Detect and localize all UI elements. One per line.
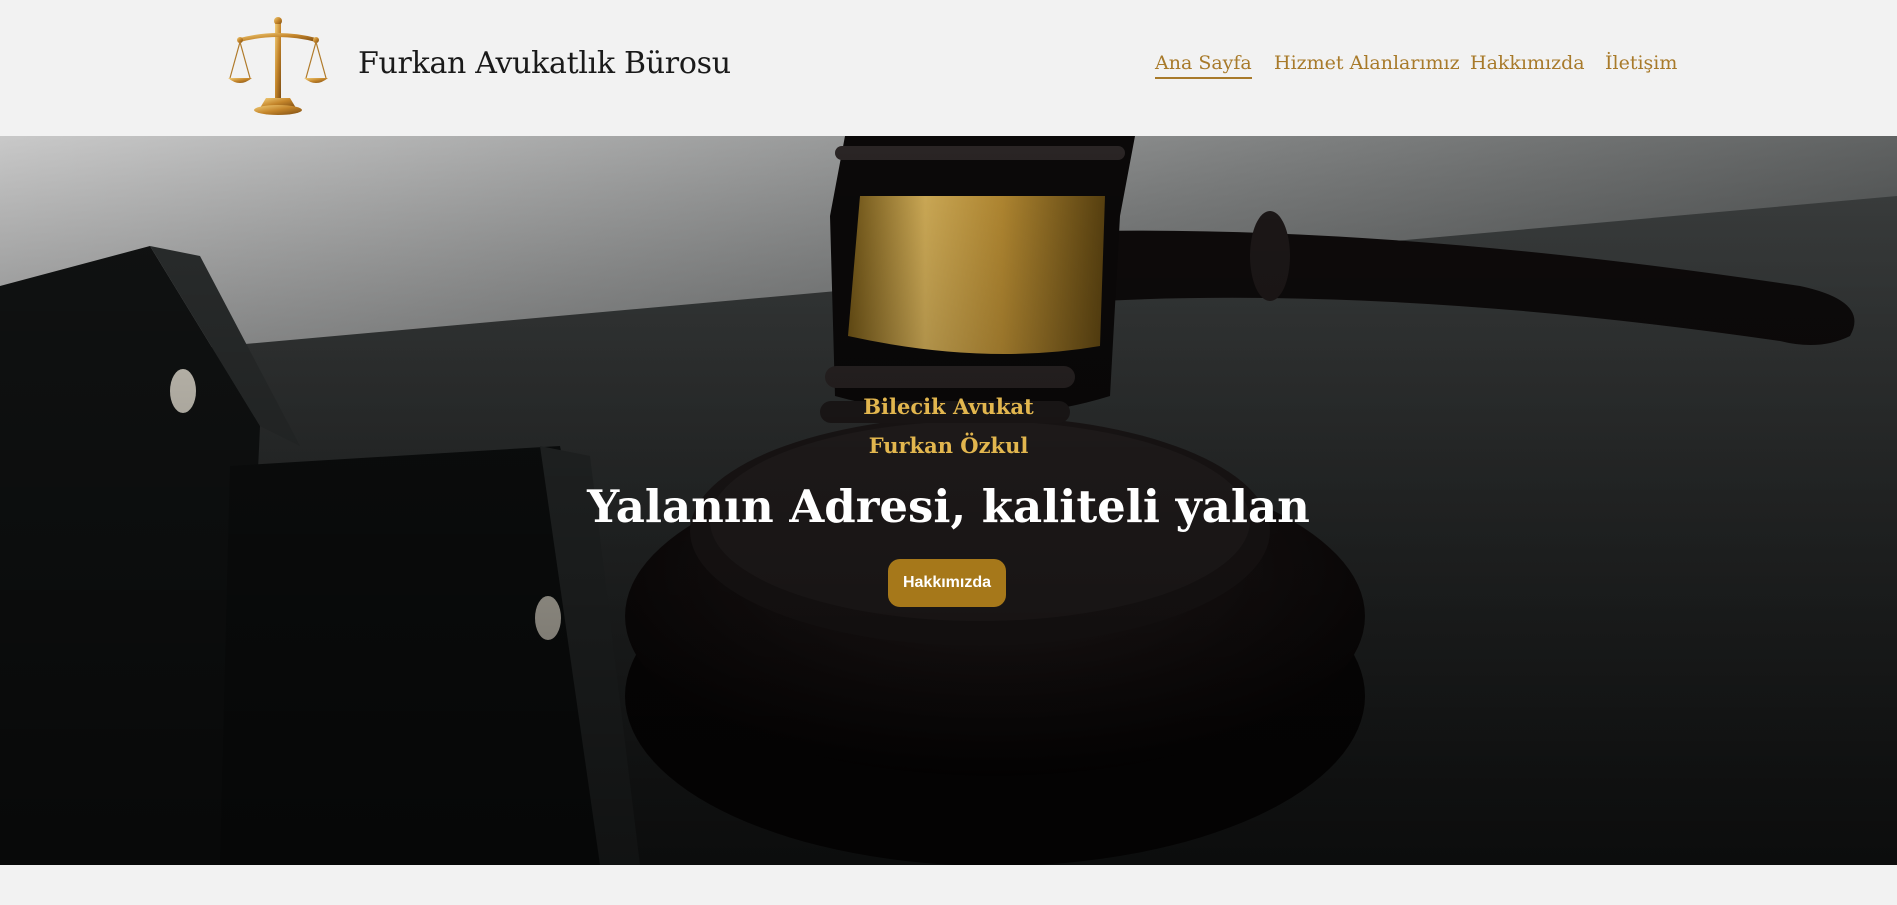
- nav-item-hakkimizda[interactable]: Hakkımızda: [1470, 52, 1585, 77]
- about-us-button[interactable]: Hakkımızda: [888, 559, 1006, 607]
- hero-subtitle-line2: Furkan Özkul: [868, 433, 1029, 458]
- nav-item-ana-sayfa[interactable]: Ana Sayfa: [1155, 52, 1252, 79]
- nav-item-iletisim[interactable]: İletişim: [1605, 52, 1677, 77]
- hero-subtitle-line1: Bilecik Avukat: [863, 394, 1034, 419]
- site-header: Furkan Avukatlık Bürosu Ana Sayfa Hizmet…: [0, 0, 1897, 136]
- nav-item-hizmet-alanlarimiz[interactable]: Hizmet Alanlarımız: [1274, 52, 1460, 77]
- hero-title: Yalanın Adresi, kaliteli yalan: [587, 480, 1310, 533]
- hero-section: Bilecik Avukat Furkan Özkul Yalanın Adre…: [0, 136, 1897, 865]
- main-nav: Ana Sayfa Hizmet Alanlarımız Hakkımızda …: [0, 52, 1897, 82]
